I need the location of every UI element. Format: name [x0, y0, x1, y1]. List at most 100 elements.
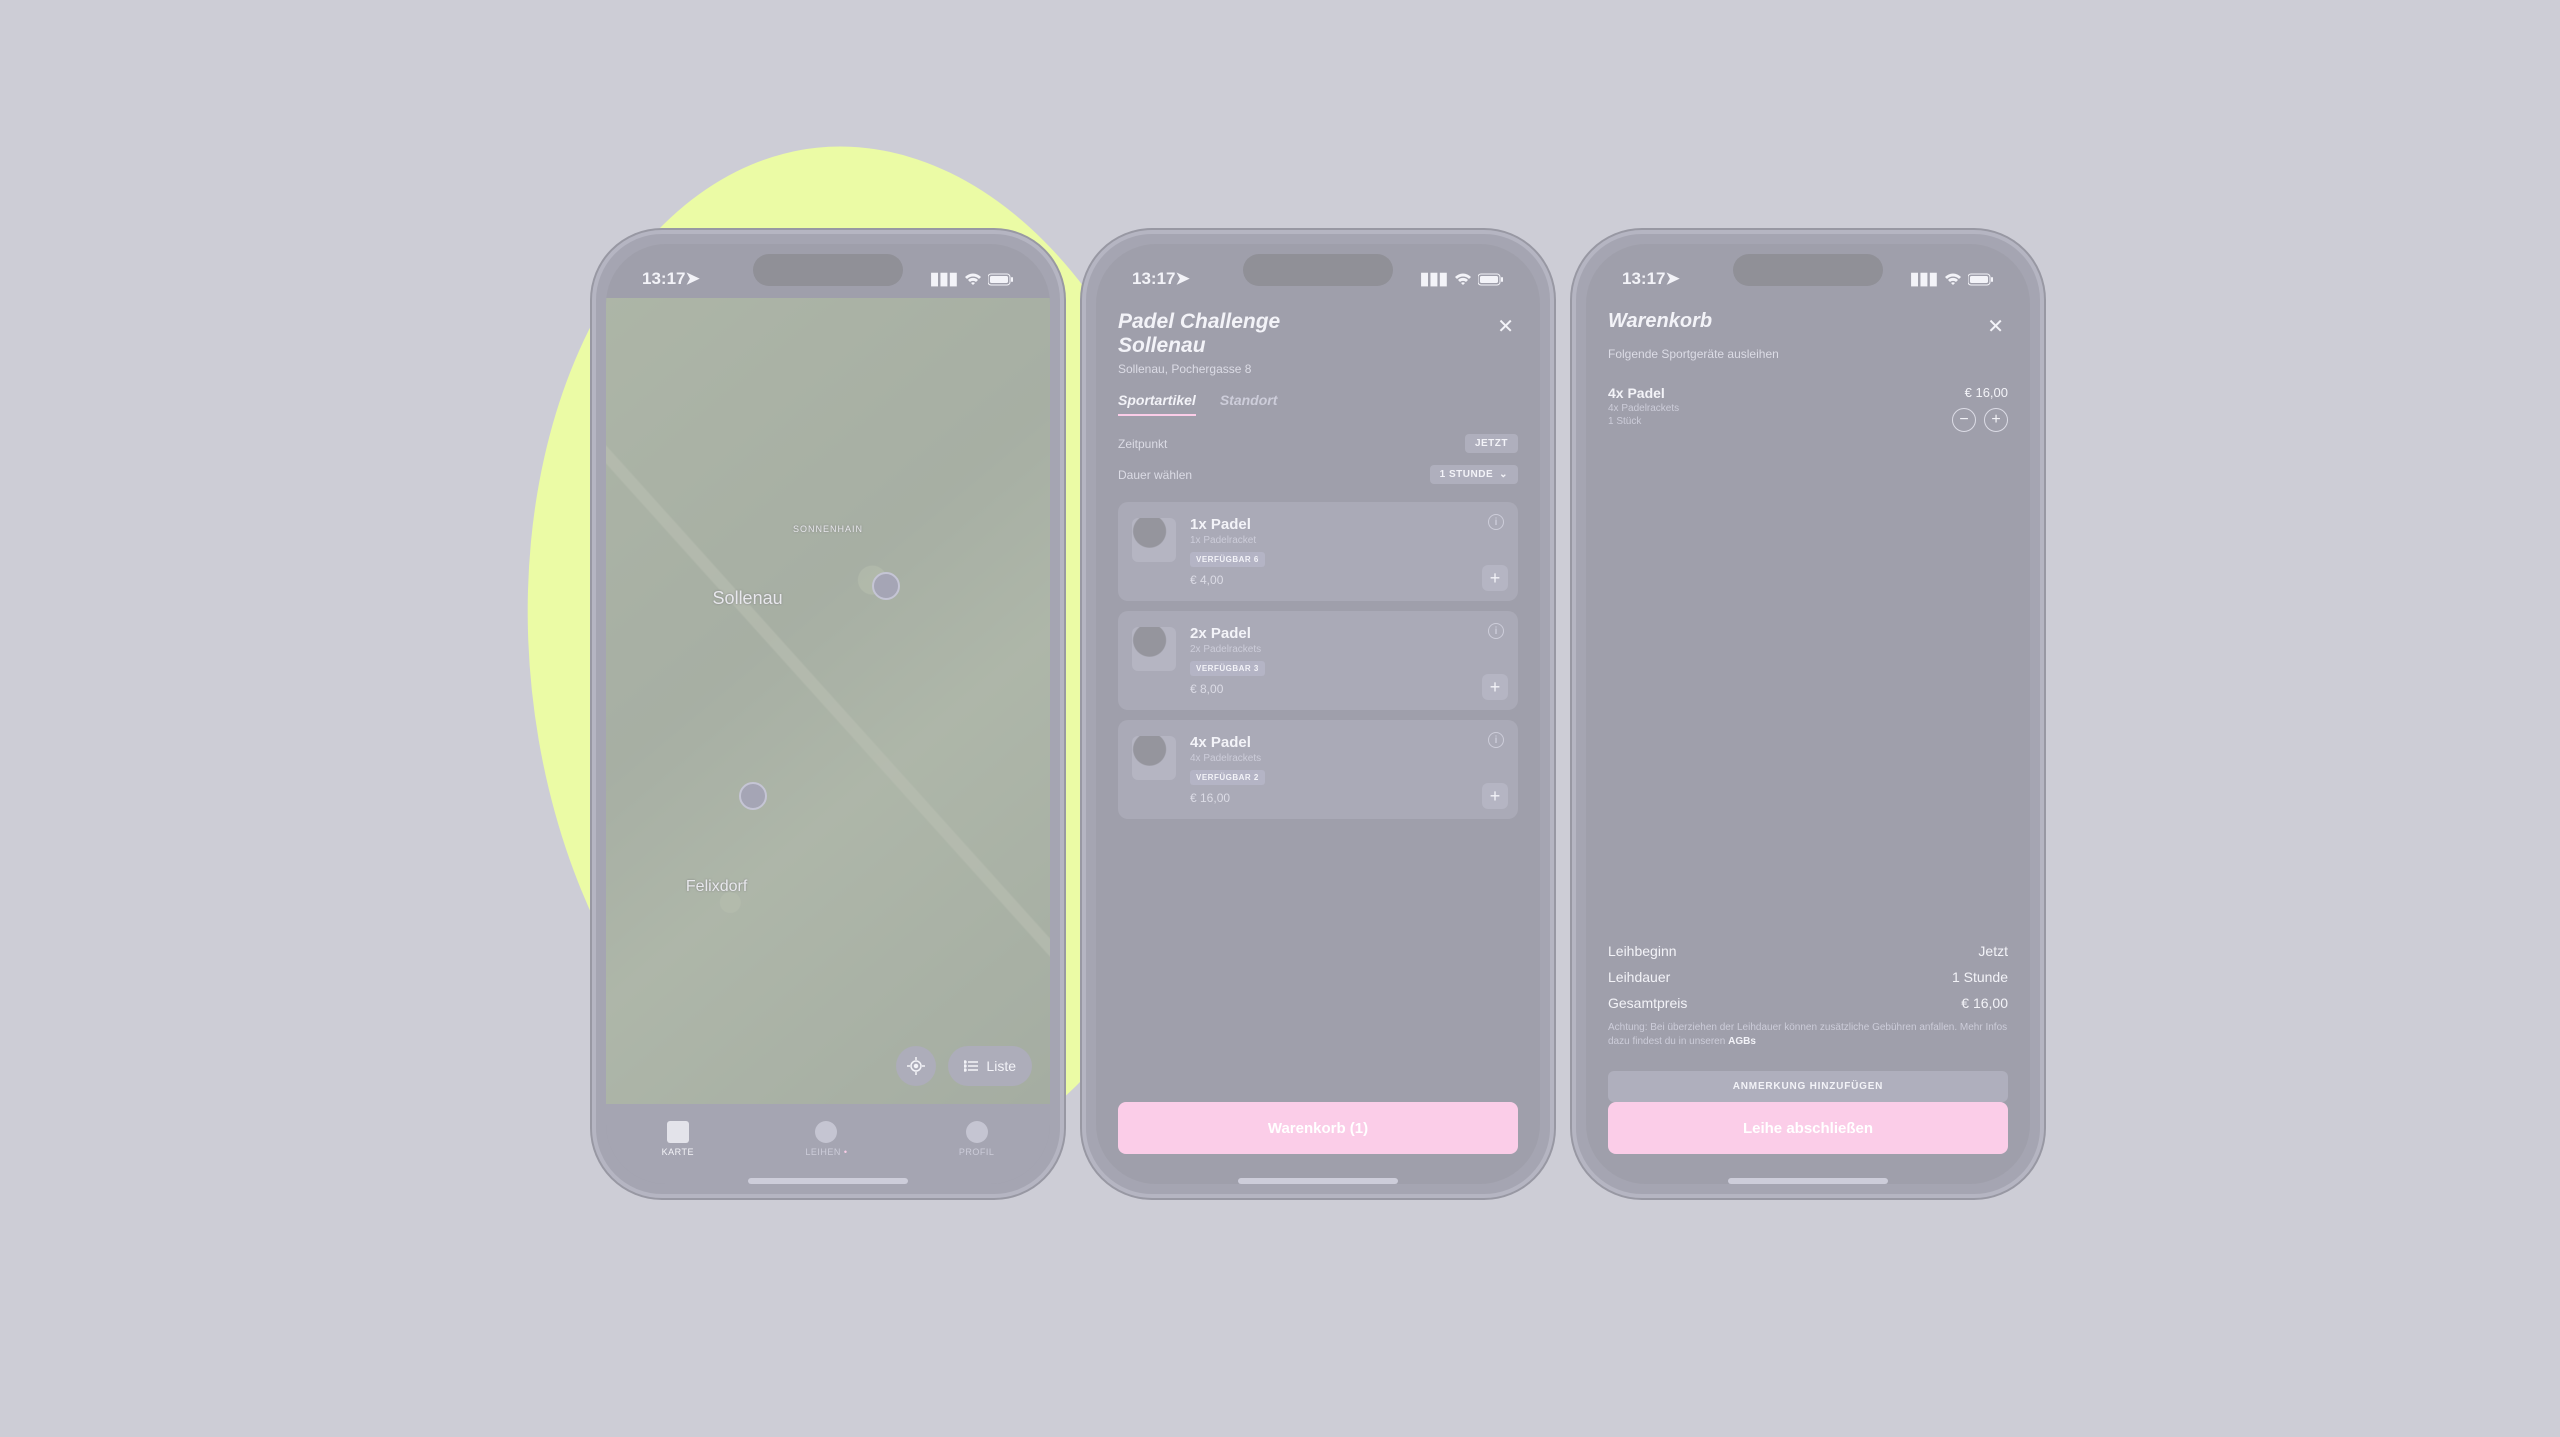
list-button-label: Liste — [986, 1058, 1016, 1074]
rental-item: 1x Padel 1x Padelracket VERFÜGBAR 6 € 4,… — [1118, 502, 1518, 601]
ball-icon — [815, 1121, 837, 1143]
leihbeginn-label: Leihbeginn — [1608, 943, 1677, 959]
status-time: 13:17 — [1132, 269, 1175, 289]
tab-profil[interactable]: PROFIL — [959, 1121, 995, 1157]
item-list: 1x Padel 1x Padelracket VERFÜGBAR 6 € 4,… — [1118, 502, 1518, 819]
signal-icon: ▮▮▮ — [1910, 269, 1938, 289]
close-button[interactable]: ✕ — [1493, 310, 1518, 358]
location-address: Sollenau, Pochergasse 8 — [1118, 362, 1518, 376]
item-price: € 8,00 — [1190, 682, 1504, 696]
zeitpunkt-chip[interactable]: JETZT — [1465, 434, 1518, 453]
wifi-icon — [1454, 273, 1472, 286]
phone-map: 13:17 ➤ ▮▮▮ SONNENHAIN Sollenau Felixdor… — [592, 230, 1064, 1198]
rental-item: 2x Padel 2x Padelrackets VERFÜGBAR 3 € 8… — [1118, 611, 1518, 710]
map-label-sonnenhain: SONNENHAIN — [793, 524, 863, 534]
location-arrow-icon: ➤ — [1665, 269, 1679, 289]
notch — [1243, 254, 1393, 286]
increment-button[interactable]: + — [1984, 408, 2008, 432]
disclaimer-text: Achtung: Bei überziehen der Leihdauer kö… — [1608, 1021, 2008, 1049]
profile-icon — [966, 1121, 988, 1143]
plus-icon: + — [1490, 677, 1501, 698]
status-icons: ▮▮▮ — [1420, 269, 1504, 289]
status-time: 13:17 — [642, 269, 685, 289]
wifi-icon — [1944, 273, 1962, 286]
home-indicator — [1238, 1178, 1398, 1184]
phone-cart: 13:17 ➤ ▮▮▮ Warenkorb ✕ Folgende Sportge… — [1572, 230, 2044, 1198]
availability-badge: VERFÜGBAR 2 — [1190, 770, 1265, 785]
notch — [1733, 254, 1883, 286]
notch — [753, 254, 903, 286]
cart-line-item: 4x Padel 4x Padelrackets 1 Stück € 16,00… — [1608, 385, 2008, 432]
cart-item-qty: 1 Stück — [1608, 416, 1679, 427]
item-price: € 16,00 — [1190, 791, 1504, 805]
location-arrow-icon: ➤ — [685, 269, 699, 289]
home-indicator — [748, 1178, 908, 1184]
item-thumbnail — [1132, 736, 1176, 780]
item-subtitle: 2x Padelrackets — [1190, 644, 1504, 655]
gesamt-value: € 16,00 — [1961, 995, 2008, 1011]
zeitpunkt-label: Zeitpunkt — [1118, 437, 1167, 451]
map-pin[interactable] — [739, 782, 767, 810]
cart-subtitle: Folgende Sportgeräte ausleihen — [1608, 347, 2008, 361]
leihdauer-label: Leihdauer — [1608, 969, 1670, 985]
leihdauer-value: 1 Stunde — [1952, 969, 2008, 985]
list-icon — [964, 1060, 978, 1072]
agb-link[interactable]: AGBs — [1728, 1036, 1756, 1047]
wifi-icon — [964, 273, 982, 286]
cart-item-sub: 4x Padelrackets — [1608, 403, 1679, 414]
list-button[interactable]: Liste — [948, 1046, 1032, 1086]
tab-bar: KARTE LEIHEN • PROFIL — [606, 1104, 1050, 1184]
tab-karte[interactable]: KARTE — [662, 1121, 694, 1157]
chevron-down-icon: ⌄ — [1499, 469, 1508, 480]
signal-icon: ▮▮▮ — [930, 269, 958, 289]
item-thumbnail — [1132, 627, 1176, 671]
add-button[interactable]: + — [1482, 674, 1508, 700]
status-icons: ▮▮▮ — [930, 269, 1014, 289]
item-price: € 4,00 — [1190, 573, 1504, 587]
tab-standort[interactable]: Standort — [1220, 392, 1278, 416]
crosshair-icon — [907, 1057, 925, 1075]
item-title: 2x Padel — [1190, 625, 1504, 642]
cart-button-label: Warenkorb (1) — [1268, 1120, 1368, 1137]
checkout-button[interactable]: Leihe abschließen — [1608, 1102, 2008, 1154]
tab-leihen[interactable]: LEIHEN • — [805, 1121, 847, 1157]
item-thumbnail — [1132, 518, 1176, 562]
gesamt-label: Gesamtpreis — [1608, 995, 1687, 1011]
item-title: 4x Padel — [1190, 734, 1504, 751]
plus-icon: + — [1991, 411, 2000, 429]
info-icon: i — [1495, 626, 1498, 637]
home-indicator — [1728, 1178, 1888, 1184]
cart-summary: Leihbeginn Jetzt Leihdauer 1 Stunde Gesa… — [1608, 943, 2008, 1102]
location-title: Padel ChallengeSollenau — [1118, 310, 1280, 358]
decrement-button[interactable]: − — [1952, 408, 1976, 432]
cart-item-title: 4x Padel — [1608, 385, 1679, 401]
location-arrow-icon: ➤ — [1175, 269, 1189, 289]
map-pin[interactable] — [872, 572, 900, 600]
close-icon: ✕ — [1987, 316, 2004, 338]
cart-button[interactable]: Warenkorb (1) — [1118, 1102, 1518, 1154]
detail-tabs: Sportartikel Standort — [1118, 392, 1518, 416]
tab-label: PROFIL — [959, 1147, 995, 1157]
add-note-button[interactable]: ANMERKUNG HINZUFÜGEN — [1608, 1071, 2008, 1102]
cart-title: Warenkorb — [1608, 310, 1712, 343]
locate-button[interactable] — [896, 1046, 936, 1086]
close-button[interactable]: ✕ — [1983, 310, 2008, 343]
close-icon: ✕ — [1497, 316, 1514, 338]
map-view[interactable]: SONNENHAIN Sollenau Felixdorf Liste — [606, 298, 1050, 1104]
item-subtitle: 4x Padelrackets — [1190, 753, 1504, 764]
plus-icon: + — [1490, 568, 1501, 589]
info-icon: i — [1495, 735, 1498, 746]
battery-icon — [1478, 273, 1504, 286]
plus-icon: + — [1490, 786, 1501, 807]
tab-sportartikel[interactable]: Sportartikel — [1118, 392, 1196, 416]
status-icons: ▮▮▮ — [1910, 269, 1994, 289]
info-icon: i — [1495, 517, 1498, 528]
tab-label: LEIHEN • — [805, 1147, 847, 1157]
add-button[interactable]: + — [1482, 565, 1508, 591]
dauer-label: Dauer wählen — [1118, 468, 1192, 482]
dauer-dropdown[interactable]: 1 STUNDE ⌄ — [1430, 465, 1518, 484]
map-label-felixdorf: Felixdorf — [686, 878, 747, 896]
item-subtitle: 1x Padelracket — [1190, 535, 1504, 546]
signal-icon: ▮▮▮ — [1420, 269, 1448, 289]
add-button[interactable]: + — [1482, 783, 1508, 809]
